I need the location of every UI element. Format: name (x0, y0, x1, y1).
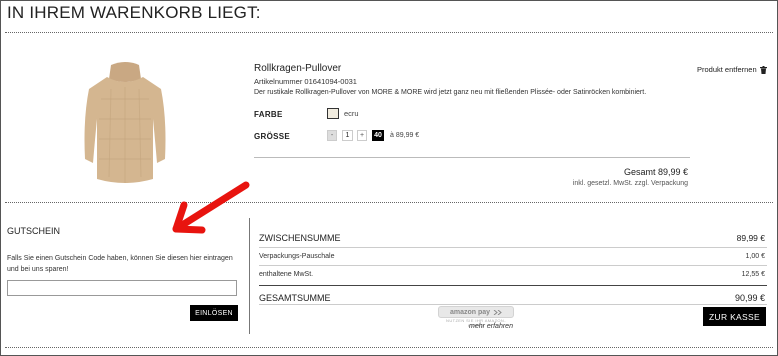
cart-page: IN IHREM WARENKORB LIEGT: Rollkragen-Pul… (0, 0, 778, 356)
voucher-title: GUTSCHEIN (7, 226, 61, 236)
unit-price: à 89,99 € (390, 132, 420, 139)
divider (254, 157, 690, 158)
quantity-increase-button[interactable]: + (357, 130, 367, 141)
checkout-button[interactable]: ZUR KASSE (703, 307, 766, 326)
divider (259, 304, 767, 305)
quantity-decrease-button[interactable]: - (327, 130, 337, 141)
remove-product-button[interactable]: Produkt entfernen (697, 65, 767, 74)
grand-total-value: 90,99 € (734, 293, 765, 303)
amazon-pay-button[interactable]: amazon pay (438, 306, 514, 318)
packaging-value: 1,00 € (745, 253, 765, 260)
quantity-field[interactable]: 1 (342, 130, 353, 141)
packaging-label: Verpackungs-Pauschale (259, 253, 335, 260)
voucher-text: Falls Sie einen Gutschein Code haben, kö… (7, 255, 233, 273)
color-swatch[interactable] (327, 108, 339, 119)
trash-icon (759, 65, 767, 74)
product-name[interactable]: Rollkragen-Pullover (254, 63, 341, 74)
learn-more-link[interactable]: mehr erfahren (469, 323, 513, 330)
divider (259, 265, 767, 266)
subtotal-value: 89,99 € (736, 233, 765, 243)
color-label: FARBE (254, 110, 283, 119)
voucher-code-input[interactable] (7, 280, 237, 296)
divider (5, 32, 773, 33)
chevron-right-icon (493, 309, 502, 315)
subtotal-label: ZWISCHENSUMME (259, 233, 341, 243)
grand-total-label: GESAMTSUMME (259, 293, 331, 303)
divider (259, 285, 767, 286)
color-value: ecru (344, 109, 359, 118)
cart-total: Gesamt 89,99 € (623, 167, 688, 177)
amazon-pay-label: amazon pay (449, 308, 491, 316)
divider (5, 202, 773, 203)
article-number: Artikelnummer 01641094-0031 (254, 77, 357, 86)
cart-total-note: inkl. gesetzl. MwSt. zzgl. Verpackung (572, 180, 688, 187)
divider (259, 247, 767, 248)
red-arrow-annotation (172, 181, 250, 234)
product-description: Der rustikale Rollkragen-Pullover von MO… (254, 89, 647, 96)
redeem-voucher-button[interactable]: EINLÖSEN (190, 305, 238, 321)
product-image[interactable] (81, 59, 169, 189)
page-title: IN IHREM WARENKORB LIEGT: (7, 3, 261, 22)
size-label: GRÖSSE (254, 132, 291, 141)
divider (5, 347, 773, 348)
vat-value: 12,55 € (741, 271, 765, 278)
vat-label: enthaltene MwSt. (259, 271, 314, 278)
remove-product-label: Produkt entfernen (697, 65, 757, 74)
size-selector[interactable]: 40 (372, 130, 384, 141)
